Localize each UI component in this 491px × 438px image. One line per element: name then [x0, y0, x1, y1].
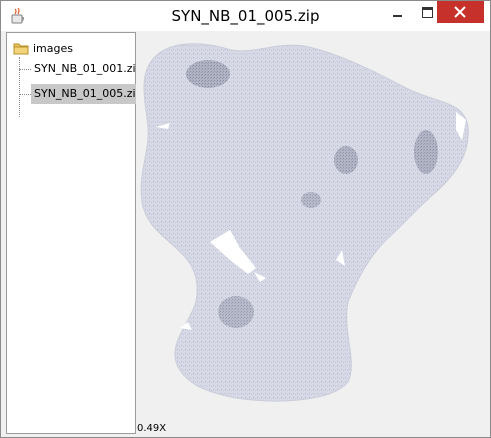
- tree-node-label: images: [33, 41, 73, 55]
- tree-item-syn-nb-01-001[interactable]: SYN_NB_01_001.zip: [31, 59, 146, 79]
- maximize-icon: [422, 7, 433, 18]
- app-window: SYN_NB_01_005.zip images SYN_NB_01_001.z…: [0, 0, 491, 438]
- close-button[interactable]: [437, 1, 484, 23]
- minimize-icon: [393, 15, 402, 17]
- stained-region: [334, 146, 358, 174]
- stained-region: [414, 130, 438, 174]
- minimize-button[interactable]: [383, 1, 413, 23]
- tissue-section: [140, 43, 469, 402]
- title-bar[interactable]: SYN_NB_01_005.zip: [1, 1, 490, 31]
- stained-region: [218, 296, 254, 328]
- folder-icon: [13, 43, 29, 55]
- tree-connector: [19, 94, 31, 95]
- tree-connector: [19, 69, 31, 70]
- stained-region: [186, 60, 230, 88]
- tissue-slide-image[interactable]: [136, 32, 486, 434]
- tree-node-images[interactable]: images: [13, 39, 73, 57]
- image-viewer[interactable]: 0.49X: [136, 32, 486, 434]
- tree-connector: [19, 57, 20, 117]
- tree-item-syn-nb-01-005[interactable]: SYN_NB_01_005.zip: [31, 84, 146, 104]
- zoom-level: 0.49X: [137, 423, 167, 434]
- file-tree[interactable]: images SYN_NB_01_001.zip SYN_NB_01_005.z…: [6, 32, 146, 434]
- stained-region: [301, 192, 321, 208]
- close-icon: [454, 6, 466, 18]
